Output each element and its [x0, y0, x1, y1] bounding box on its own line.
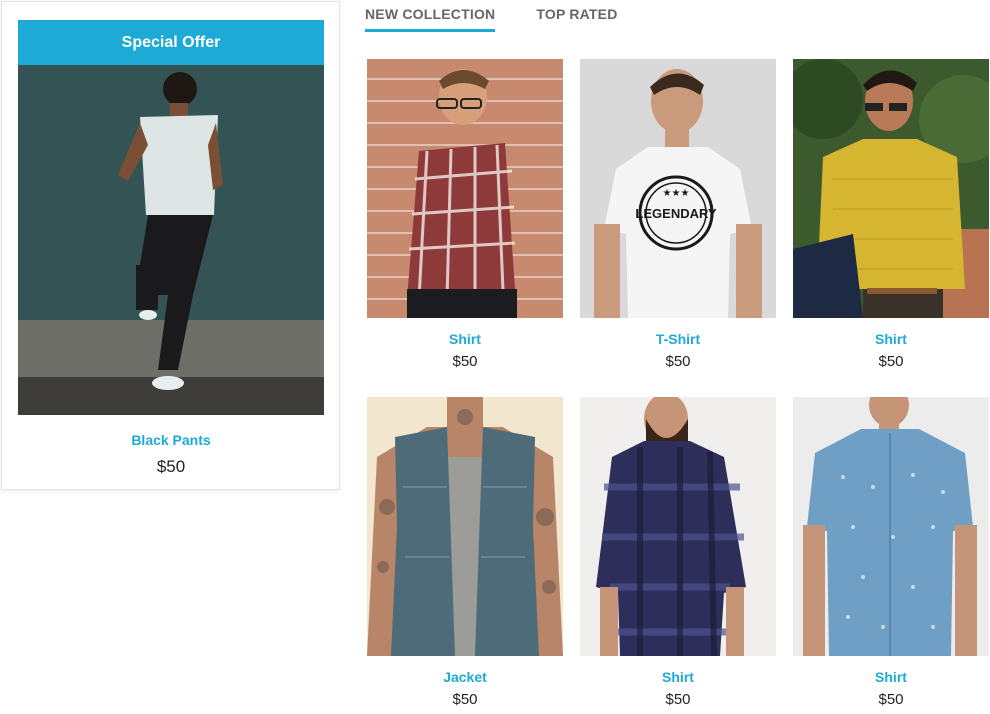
product-card[interactable]: Shirt $50 [367, 59, 563, 370]
product-image[interactable] [580, 397, 776, 656]
tab-new-collection[interactable]: NEW COLLECTION [365, 6, 496, 32]
product-name[interactable]: Shirt [793, 669, 989, 685]
offer-product-price: $50 [156, 457, 186, 476]
product-image[interactable] [793, 397, 989, 656]
offer-product-name[interactable]: Black Pants [18, 432, 324, 448]
product-price: $50 [452, 353, 478, 370]
product-image[interactable] [367, 59, 563, 318]
product-price: $50 [878, 353, 904, 370]
product-image[interactable] [367, 397, 563, 656]
offer-product-image[interactable] [18, 65, 324, 415]
product-card[interactable]: LEGENDARY ★★★ T-Shirt $50 [580, 59, 776, 370]
product-price: $50 [452, 691, 478, 708]
product-card[interactable]: Jacket $50 [367, 397, 563, 708]
special-offer-header: Special Offer [18, 20, 324, 65]
special-offer-card[interactable]: Special Offer Black Pants $50 [1, 1, 340, 490]
stars-icon: ★★★ [663, 188, 690, 199]
product-image[interactable]: LEGENDARY ★★★ [580, 59, 776, 318]
tab-top-rated[interactable]: TOP RATED [536, 6, 617, 32]
product-price: $50 [665, 353, 691, 370]
product-name[interactable]: T-Shirt [580, 331, 776, 347]
tshirt-print-text: LEGENDARY [635, 206, 716, 221]
product-name[interactable]: Shirt [580, 669, 776, 685]
product-card[interactable]: Shirt $50 [793, 397, 989, 708]
product-image[interactable] [793, 59, 989, 318]
collection-tabs: NEW COLLECTION TOP RATED [365, 6, 659, 32]
product-price: $50 [665, 691, 691, 708]
product-name[interactable]: Shirt [793, 331, 989, 347]
product-name[interactable]: Shirt [367, 331, 563, 347]
product-name[interactable]: Jacket [367, 669, 563, 685]
product-card[interactable]: Shirt $50 [580, 397, 776, 708]
product-price: $50 [878, 691, 904, 708]
product-card[interactable]: Shirt $50 [793, 59, 989, 370]
